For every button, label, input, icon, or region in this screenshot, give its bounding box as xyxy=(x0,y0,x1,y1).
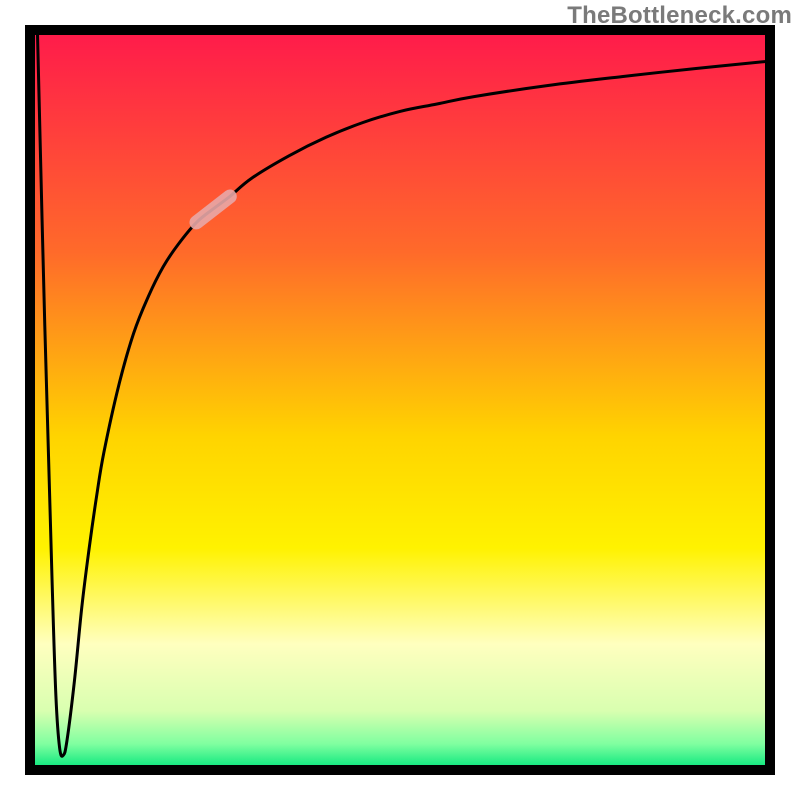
gradient-background xyxy=(30,30,770,770)
watermark-text: TheBottleneck.com xyxy=(567,2,792,30)
chart-canvas: TheBottleneck.com xyxy=(0,0,800,800)
chart-svg xyxy=(0,0,800,800)
plot-area xyxy=(30,30,770,770)
